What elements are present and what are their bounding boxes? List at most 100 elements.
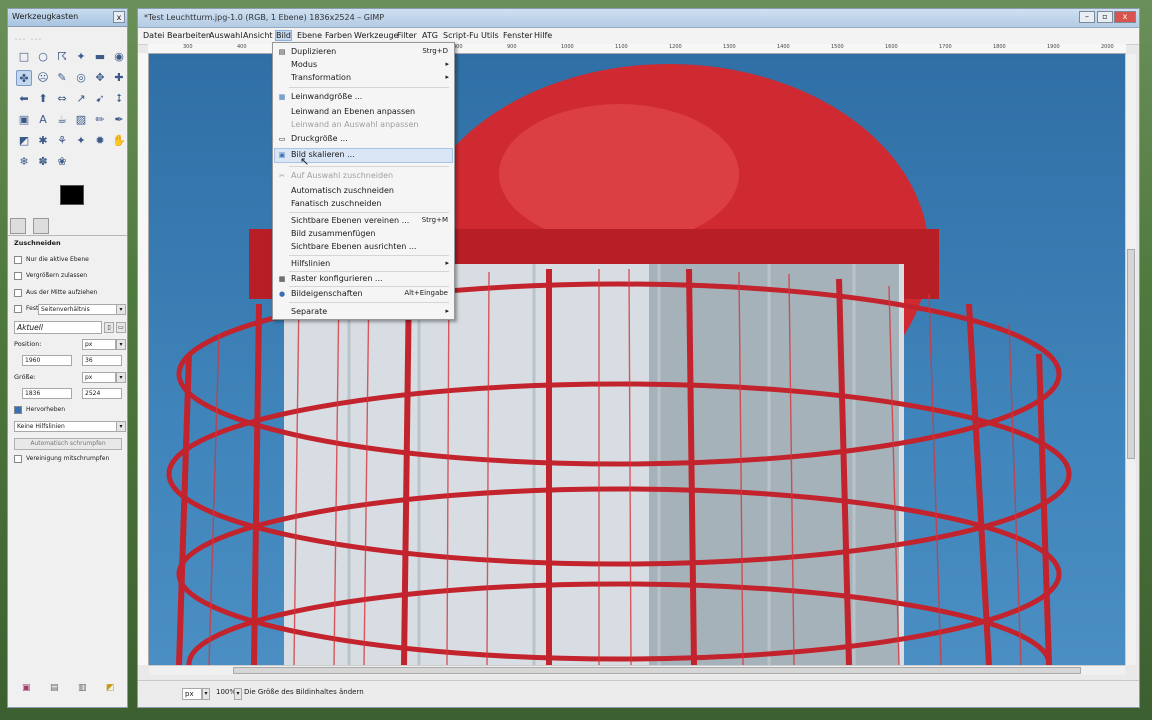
reset-preset-icon[interactable]: ◩ bbox=[106, 683, 115, 693]
tool-button-1[interactable]: ○ bbox=[35, 49, 51, 65]
tool-button-11[interactable]: ✚ bbox=[111, 70, 127, 86]
tool-button-14[interactable]: ⇔ bbox=[54, 91, 70, 107]
tool-button-32[interactable]: ❀ bbox=[54, 154, 70, 170]
menu-item-leinwandgroesse[interactable]: ▦ Leinwandgröße ... bbox=[275, 91, 452, 104]
menu-item-ebenen-vereinen[interactable]: Sichtbare Ebenen vereinen ... Strg+M bbox=[275, 215, 452, 228]
tool-button-15[interactable]: ↗ bbox=[73, 91, 89, 107]
tool-button-10[interactable]: ✥ bbox=[92, 70, 108, 86]
maximize-button[interactable]: ▫ bbox=[1097, 11, 1113, 23]
horizontal-scrollbar[interactable] bbox=[149, 665, 1125, 675]
menu-item-fanatisch-zuschneiden[interactable]: Fanatisch zuschneiden bbox=[275, 198, 452, 211]
restore-preset-icon[interactable]: ▤ bbox=[50, 683, 59, 693]
unit-select[interactable]: px bbox=[182, 688, 202, 700]
tool-button-16[interactable]: ➹ bbox=[92, 91, 108, 107]
tool-button-22[interactable]: ✏ bbox=[92, 112, 108, 128]
tool-button-7[interactable]: ☹ bbox=[35, 70, 51, 86]
zoom-dropdown-icon[interactable]: ▾ bbox=[234, 688, 242, 700]
horizontal-scrollbar-thumb[interactable] bbox=[233, 667, 1081, 674]
foreground-color[interactable] bbox=[60, 185, 84, 205]
size-height-input[interactable]: 2524 bbox=[82, 388, 122, 399]
menu-atg[interactable]: ATG bbox=[422, 31, 438, 40]
menu-hilfe[interactable]: Hilfe bbox=[534, 31, 552, 40]
vertical-scrollbar[interactable] bbox=[1125, 54, 1136, 665]
delete-preset-icon[interactable]: ▥ bbox=[78, 683, 87, 693]
tool-button-31[interactable]: ✽ bbox=[35, 154, 51, 170]
device-status-tab-icon[interactable] bbox=[32, 218, 49, 234]
menu-item-separate[interactable]: Separate ▸ bbox=[275, 306, 452, 319]
fixed-mode-select[interactable]: Seitenverhältnis bbox=[38, 304, 118, 315]
close-button[interactable]: x bbox=[1114, 11, 1136, 23]
vertical-scrollbar-thumb[interactable] bbox=[1127, 249, 1135, 459]
aspect-landscape-icon[interactable]: ▭ bbox=[116, 321, 126, 333]
tool-button-23[interactable]: ✒ bbox=[111, 112, 127, 128]
tool-button-6[interactable]: ✤ bbox=[16, 70, 32, 86]
menu-datei[interactable]: Datei bbox=[143, 31, 164, 40]
tool-button-3[interactable]: ✦ bbox=[73, 49, 89, 65]
tool-button-0[interactable]: □ bbox=[16, 49, 32, 65]
tool-options-tab-icon[interactable] bbox=[10, 218, 26, 234]
position-unit-select[interactable]: px bbox=[82, 338, 116, 350]
guides-select[interactable]: Keine Hilfslinien bbox=[14, 421, 118, 432]
menu-item-automatisch-zuschneiden[interactable]: Automatisch zuschneiden bbox=[275, 185, 452, 198]
tool-button-12[interactable]: ⬅ bbox=[16, 91, 32, 107]
tool-button-20[interactable]: ☕ bbox=[54, 112, 70, 128]
tool-button-17[interactable]: ⭥ bbox=[111, 91, 127, 107]
guides-dropdown-icon[interactable]: ▾ bbox=[116, 421, 126, 432]
tool-button-8[interactable]: ✎ bbox=[54, 70, 70, 86]
highlight-checkbox[interactable] bbox=[14, 405, 22, 414]
toolbox-close-button[interactable]: x bbox=[113, 11, 125, 23]
size-width-input[interactable]: 1836 bbox=[22, 388, 72, 399]
menu-item-bildeigenschaften[interactable]: ● Bildeigenschaften Alt+Eingabe bbox=[275, 288, 452, 301]
menu-farben[interactable]: Farben bbox=[325, 31, 352, 40]
tool-button-21[interactable]: ▨ bbox=[73, 112, 89, 128]
menu-item-bild-zusammenfuegen[interactable]: Bild zusammenfügen bbox=[275, 228, 452, 241]
menu-bearbeiten[interactable]: Bearbeiten bbox=[167, 31, 211, 40]
aspect-portrait-icon[interactable]: ▯ bbox=[104, 321, 114, 333]
menu-item-ebenen-ausrichten[interactable]: Sichtbare Ebenen ausrichten ... bbox=[275, 241, 452, 254]
menu-item-hilfslinien[interactable]: Hilfslinien ▸ bbox=[275, 258, 452, 271]
size-unit-dropdown-icon[interactable]: ▾ bbox=[116, 371, 126, 383]
menu-bild[interactable]: Bild bbox=[274, 30, 293, 41]
menu-ansicht[interactable]: Ansicht bbox=[243, 31, 273, 40]
toolbox-titlebar[interactable]: Werkzeugkasten x bbox=[8, 9, 127, 27]
tool-button-13[interactable]: ⬆ bbox=[35, 91, 51, 107]
menu-item-transformation[interactable]: Transformation ▸ bbox=[275, 72, 452, 85]
size-unit-select[interactable]: px bbox=[82, 371, 116, 383]
shrink-merged-checkbox[interactable] bbox=[14, 455, 22, 463]
opt-active-layer-checkbox[interactable] bbox=[14, 255, 22, 264]
zoom-level[interactable]: 100% bbox=[216, 688, 236, 696]
vertical-ruler[interactable] bbox=[138, 53, 149, 665]
tool-button-28[interactable]: ✹ bbox=[92, 133, 108, 149]
save-preset-icon[interactable]: ▣ bbox=[22, 683, 31, 693]
menu-item-raster-konfigurieren[interactable]: ▦ Raster konfigurieren ... bbox=[275, 273, 452, 286]
menu-fenster[interactable]: Fenster bbox=[503, 31, 533, 40]
menu-item-druckgroesse[interactable]: ▭ Druckgröße ... bbox=[275, 133, 452, 146]
opt-fixed-checkbox[interactable] bbox=[14, 305, 22, 313]
tool-button-30[interactable]: ❄ bbox=[16, 154, 32, 170]
tool-button-2[interactable]: ☈ bbox=[54, 49, 70, 65]
image-window-titlebar[interactable]: *Test Leuchtturm.jpg-1.0 (RGB, 1 Ebene) … bbox=[138, 9, 1139, 28]
position-y-input[interactable]: 36 bbox=[82, 355, 122, 366]
tool-button-5[interactable]: ◉ bbox=[111, 49, 127, 65]
tool-button-29[interactable]: ✋ bbox=[111, 133, 127, 149]
tool-button-24[interactable]: ◩ bbox=[16, 133, 32, 149]
position-unit-dropdown-icon[interactable]: ▾ bbox=[116, 338, 126, 350]
minimize-button[interactable]: – bbox=[1079, 11, 1095, 23]
menu-werkzeuge[interactable]: Werkzeuge bbox=[354, 31, 398, 40]
opt-grow-checkbox[interactable] bbox=[14, 272, 22, 280]
fixed-mode-dropdown-icon[interactable]: ▾ bbox=[116, 304, 126, 315]
menu-ebene[interactable]: Ebene bbox=[297, 31, 322, 40]
tool-button-9[interactable]: ◎ bbox=[73, 70, 89, 86]
autoshrink-button[interactable]: Automatisch schrumpfen bbox=[14, 437, 122, 450]
tool-button-27[interactable]: ✦ bbox=[73, 133, 89, 149]
menu-utils[interactable]: Utils bbox=[481, 31, 499, 40]
unit-dropdown-icon[interactable]: ▾ bbox=[202, 688, 210, 700]
tool-button-26[interactable]: ⚘ bbox=[54, 133, 70, 149]
opt-center-checkbox[interactable] bbox=[14, 288, 22, 297]
menu-item-leinwand-ebenen[interactable]: Leinwand an Ebenen anpassen bbox=[275, 106, 452, 119]
menu-filter[interactable]: Filter bbox=[397, 31, 417, 40]
menu-script-fu[interactable]: Script-Fu bbox=[443, 31, 478, 40]
menu-item-duplizieren[interactable]: ▤ Duplizieren Strg+D bbox=[275, 46, 452, 59]
color-swatches[interactable] bbox=[60, 185, 94, 214]
position-x-input[interactable]: 1960 bbox=[22, 355, 72, 366]
